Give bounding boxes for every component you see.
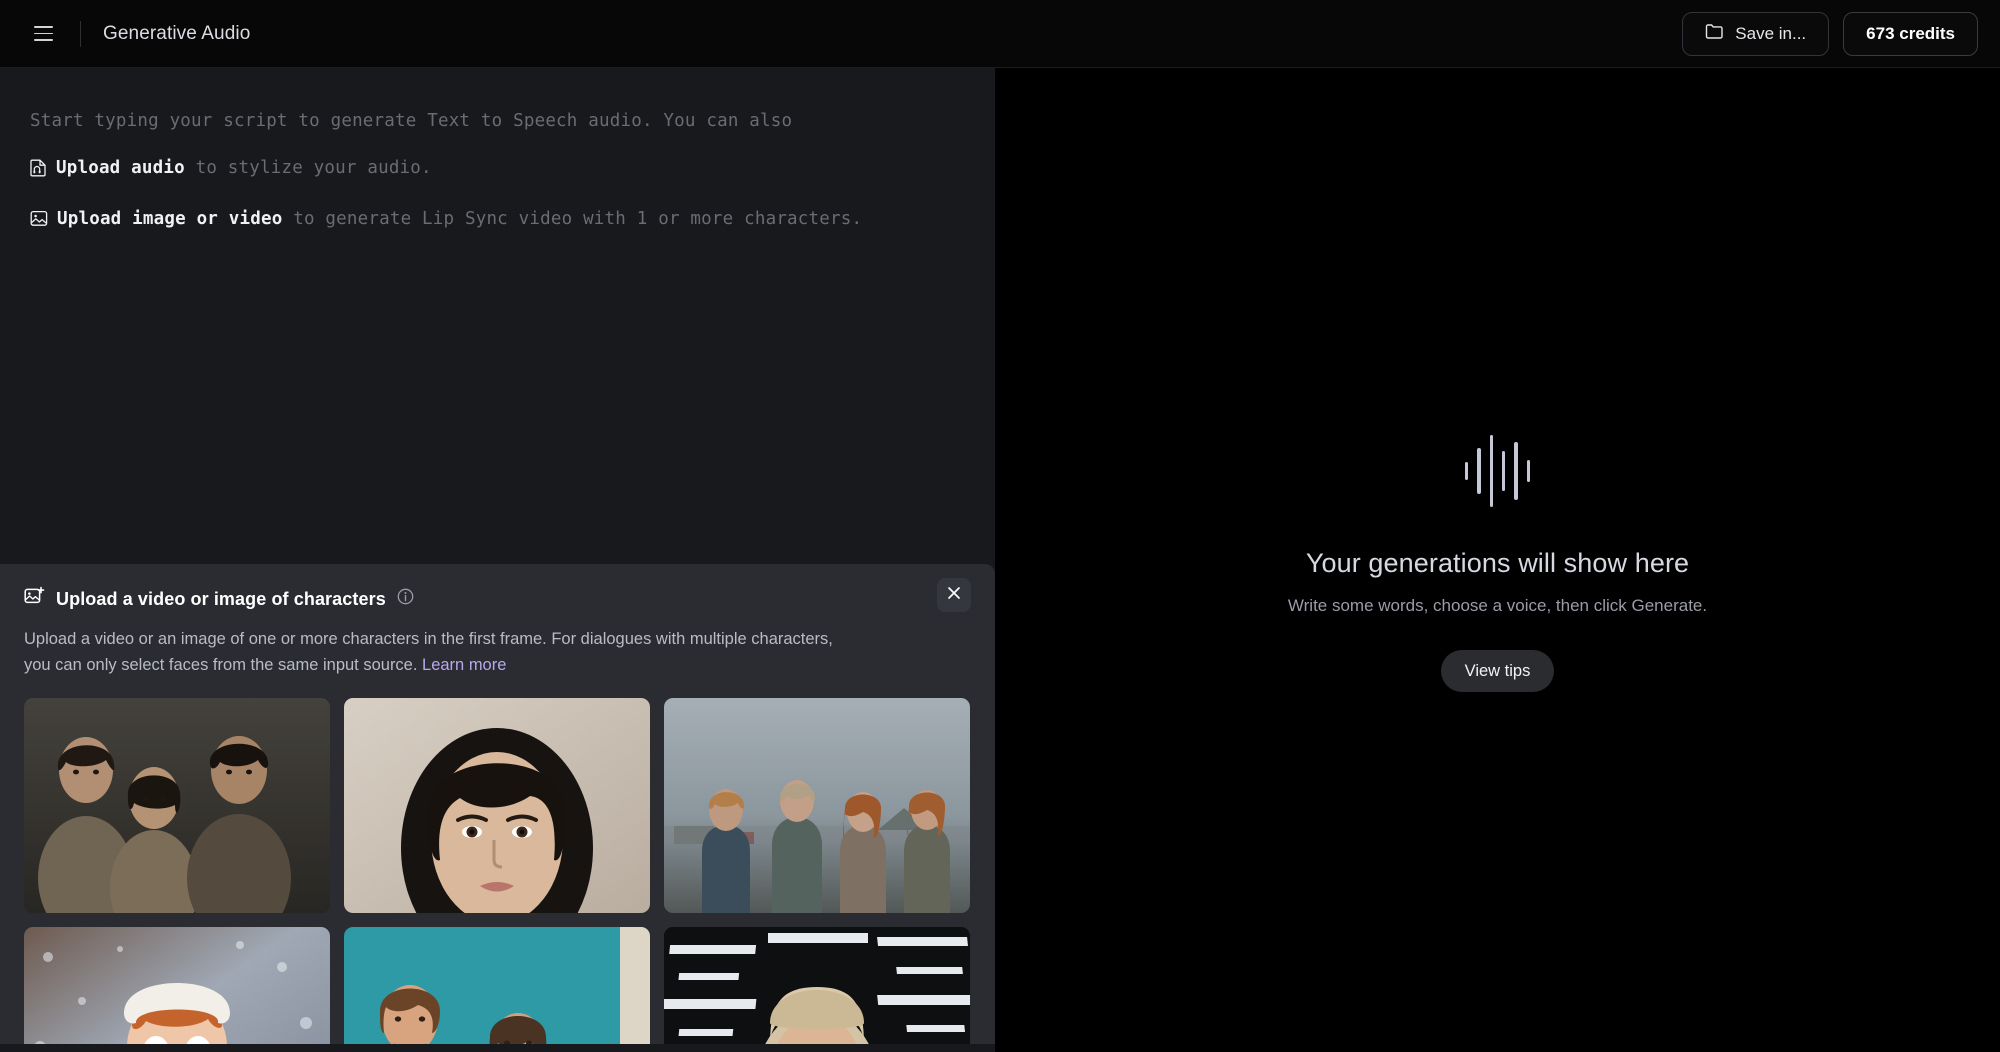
upload-audio-link[interactable]: Upload audio: [56, 158, 185, 178]
image-file-icon: [30, 202, 48, 244]
thumbnail-asian-woman-portrait[interactable]: [344, 698, 650, 913]
thumbnail-couple-teal-background[interactable]: [344, 927, 650, 1044]
thumbnail-animated-boy-snow[interactable]: [24, 927, 330, 1044]
save-in-label: Save in...: [1735, 23, 1807, 43]
upload-media-rest: to generate Lip Sync video with 1 or mor…: [282, 209, 863, 229]
thumbnail-four-people-rooftop[interactable]: [664, 698, 970, 913]
upload-panel-title: Upload a video or image of characters: [56, 588, 386, 609]
upload-characters-panel: Upload a video or image of characters Up…: [0, 564, 995, 1044]
preview-title: Your generations will show here: [1305, 548, 1690, 578]
learn-more-link[interactable]: Learn more: [422, 656, 506, 674]
thumbnail-three-asian-people-group[interactable]: [24, 698, 330, 913]
placeholder-upload-media-row: Upload image or video to generate Lip Sy…: [30, 198, 965, 244]
folder-icon: [1705, 23, 1724, 45]
thumbnail-blonde-bob-woman[interactable]: [664, 927, 970, 1044]
preview-subtitle: Write some words, choose a voice, then c…: [1287, 596, 1708, 615]
script-input[interactable]: Start typing your script to generate Tex…: [0, 68, 995, 496]
audio-waveform-icon: [1464, 428, 1531, 514]
editor-column: Start typing your script to generate Tex…: [0, 68, 995, 1052]
page-title: Generative Audio: [103, 22, 251, 44]
top-bar: Generative Audio Save in... 673 credits: [0, 0, 2000, 68]
placeholder-intro: Start typing your script to generate Tex…: [30, 111, 793, 131]
save-in-button[interactable]: Save in...: [1682, 11, 1830, 56]
editor-toolbar: Voice Select face Generate: [0, 1044, 995, 1052]
placeholder-upload-audio-row: Upload audio to stylize your audio.: [30, 147, 965, 193]
credits-badge[interactable]: 673 credits: [1843, 11, 1978, 56]
header-actions: Save in... 673 credits: [1682, 11, 1978, 56]
info-icon[interactable]: [397, 588, 414, 610]
close-panel-button[interactable]: [937, 578, 971, 612]
audio-file-icon: [30, 151, 47, 193]
header-divider: [80, 20, 81, 47]
hamburger-menu-icon[interactable]: [26, 17, 60, 51]
upload-audio-rest: to stylize your audio.: [184, 158, 432, 178]
upload-panel-description: Upload a video or an image of one or mor…: [24, 626, 864, 678]
upload-media-link[interactable]: Upload image or video: [57, 209, 282, 229]
app-root: Generative Audio Save in... 673 credits …: [0, 0, 2000, 1052]
upload-panel-header: Upload a video or image of characters Up…: [0, 564, 995, 678]
upload-panel-title-row: Upload a video or image of characters: [24, 586, 971, 612]
close-icon: [947, 586, 961, 605]
preview-panel: Your generations will show here Write so…: [995, 68, 2000, 1052]
character-thumbnail-grid: [0, 698, 995, 1044]
image-plus-icon: [24, 586, 45, 612]
view-tips-button[interactable]: View tips: [1440, 650, 1555, 692]
